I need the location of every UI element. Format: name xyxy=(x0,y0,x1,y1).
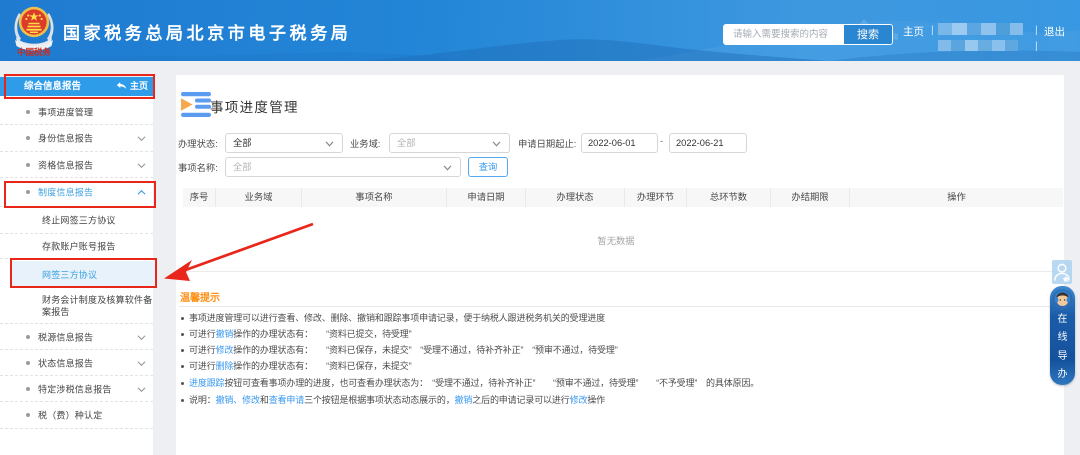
svg-text:中国税务: 中国税务 xyxy=(17,46,51,57)
